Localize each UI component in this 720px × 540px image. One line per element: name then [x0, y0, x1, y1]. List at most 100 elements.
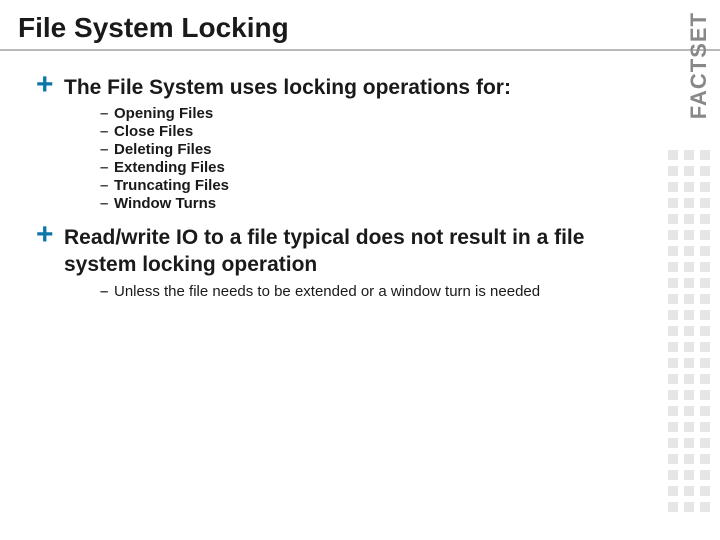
dot-icon — [684, 326, 694, 336]
dash-icon: – — [100, 105, 114, 122]
slide: File System Locking FACTSET + The File S… — [0, 0, 720, 540]
dot-icon — [668, 422, 678, 432]
dot-icon — [668, 166, 678, 176]
dot-icon — [700, 166, 710, 176]
brand-logo: FACTSET — [686, 12, 712, 119]
dot-icon — [668, 390, 678, 400]
dot-icon — [700, 470, 710, 480]
dot-icon — [700, 358, 710, 368]
dot-icon — [700, 342, 710, 352]
bullet-2-text: Read/write IO to a file typical does not… — [64, 225, 636, 278]
dot-icon — [700, 246, 710, 256]
sub-text: Truncating Files — [114, 177, 229, 194]
plus-icon: + — [36, 220, 64, 250]
dot-icon — [700, 182, 710, 192]
dot-icon — [668, 214, 678, 224]
bullet-2: + Read/write IO to a file typical does n… — [36, 220, 636, 278]
dot-icon — [668, 374, 678, 384]
dot-icon — [684, 214, 694, 224]
list-item: –Extending Files — [100, 159, 636, 176]
dot-icon — [668, 262, 678, 272]
list-item: –Close Files — [100, 123, 636, 140]
dot-icon — [684, 230, 694, 240]
dot-icon — [668, 310, 678, 320]
dot-icon — [700, 326, 710, 336]
dot-icon — [700, 214, 710, 224]
list-item: –Window Turns — [100, 195, 636, 212]
sub-text: Unless the file needs to be extended or … — [114, 282, 540, 302]
dot-icon — [684, 422, 694, 432]
sub-text: Opening Files — [114, 105, 213, 122]
dot-icon — [668, 486, 678, 496]
dash-icon: – — [100, 141, 114, 158]
dot-icon — [684, 342, 694, 352]
dot-icon — [684, 406, 694, 416]
dot-icon — [684, 310, 694, 320]
sub-text: Deleting Files — [114, 141, 212, 158]
sub-text: Close Files — [114, 123, 193, 140]
dot-icon — [684, 374, 694, 384]
decorative-dots — [668, 150, 710, 512]
dot-icon — [684, 486, 694, 496]
dot-icon — [668, 150, 678, 160]
dot-icon — [668, 198, 678, 208]
dot-icon — [684, 150, 694, 160]
bullet-1-subs: –Opening Files –Close Files –Deleting Fi… — [100, 105, 636, 212]
list-item: –Opening Files — [100, 105, 636, 122]
dot-icon — [700, 502, 710, 512]
dot-icon — [668, 342, 678, 352]
dot-icon — [700, 278, 710, 288]
page-title: File System Locking — [18, 12, 289, 44]
dot-icon — [700, 262, 710, 272]
dot-icon — [684, 390, 694, 400]
dot-icon — [700, 150, 710, 160]
dash-icon: – — [100, 123, 114, 140]
dot-icon — [668, 230, 678, 240]
dot-icon — [684, 166, 694, 176]
list-item: –Deleting Files — [100, 141, 636, 158]
dot-icon — [668, 182, 678, 192]
dot-icon — [668, 502, 678, 512]
dash-icon: – — [100, 159, 114, 176]
dot-icon — [668, 326, 678, 336]
content-area: + The File System uses locking operation… — [36, 62, 636, 307]
dot-icon — [668, 438, 678, 448]
dot-icon — [684, 438, 694, 448]
dot-icon — [668, 294, 678, 304]
dot-icon — [668, 278, 678, 288]
plus-icon: + — [36, 70, 64, 100]
dot-icon — [668, 358, 678, 368]
dot-icon — [700, 198, 710, 208]
dot-icon — [700, 422, 710, 432]
dot-icon — [684, 262, 694, 272]
list-item: –Unless the file needs to be extended or… — [100, 282, 636, 302]
dot-icon — [668, 470, 678, 480]
dot-icon — [700, 406, 710, 416]
list-item: –Truncating Files — [100, 177, 636, 194]
sub-text: Window Turns — [114, 195, 216, 212]
dot-icon — [700, 454, 710, 464]
bullet-1: + The File System uses locking operation… — [36, 70, 636, 101]
dot-icon — [700, 486, 710, 496]
dot-icon — [668, 454, 678, 464]
dot-icon — [668, 246, 678, 256]
sub-text: Extending Files — [114, 159, 225, 176]
dot-icon — [684, 182, 694, 192]
dot-icon — [684, 470, 694, 480]
dash-icon: – — [100, 283, 114, 300]
title-underline — [0, 49, 720, 51]
dot-icon — [684, 502, 694, 512]
dot-icon — [668, 406, 678, 416]
dot-icon — [684, 454, 694, 464]
dot-icon — [700, 390, 710, 400]
bullet-2-subs: –Unless the file needs to be extended or… — [100, 282, 636, 302]
dot-icon — [684, 358, 694, 368]
dash-icon: – — [100, 195, 114, 212]
dot-icon — [700, 374, 710, 384]
bullet-1-text: The File System uses locking operations … — [64, 75, 511, 101]
dot-icon — [700, 294, 710, 304]
dot-icon — [700, 438, 710, 448]
dot-icon — [684, 246, 694, 256]
dash-icon: – — [100, 177, 114, 194]
dot-icon — [684, 278, 694, 288]
